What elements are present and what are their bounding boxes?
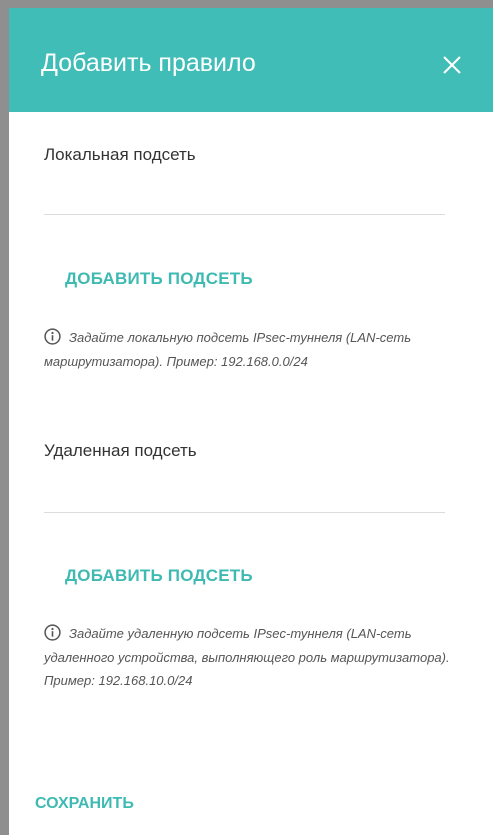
local-subnet-input[interactable]: [44, 184, 445, 215]
save-button[interactable]: СОХРАНИТЬ: [35, 793, 134, 815]
remote-subnet-label: Удаленная подсеть: [44, 441, 197, 460]
remote-subnet-hint: Задайте удаленную подсеть IPsec-туннеля …: [44, 622, 464, 693]
dialog-title: Добавить правило: [41, 49, 256, 77]
add-rule-dialog: Добавить правило Локальная подсеть ДОБАВ…: [9, 8, 493, 835]
dialog-header: Добавить правило: [9, 8, 493, 112]
local-subnet-hint-text: Задайте локальную подсеть IPsec-туннеля …: [44, 330, 412, 369]
info-icon: [44, 328, 61, 345]
remote-subnet-input[interactable]: [44, 482, 445, 513]
local-subnet-hint: Задайте локальную подсеть IPsec-туннеля …: [44, 326, 464, 373]
local-subnet-label: Локальная подсеть: [44, 145, 196, 164]
remote-subnet-hint-text: Задайте удаленную подсеть IPsec-туннеля …: [44, 626, 450, 688]
add-remote-subnet-button[interactable]: ДОБАВИТЬ ПОДСЕТЬ: [65, 565, 253, 587]
close-icon[interactable]: [437, 50, 467, 80]
info-icon: [44, 624, 61, 641]
add-local-subnet-button[interactable]: ДОБАВИТЬ ПОДСЕТЬ: [65, 268, 253, 290]
